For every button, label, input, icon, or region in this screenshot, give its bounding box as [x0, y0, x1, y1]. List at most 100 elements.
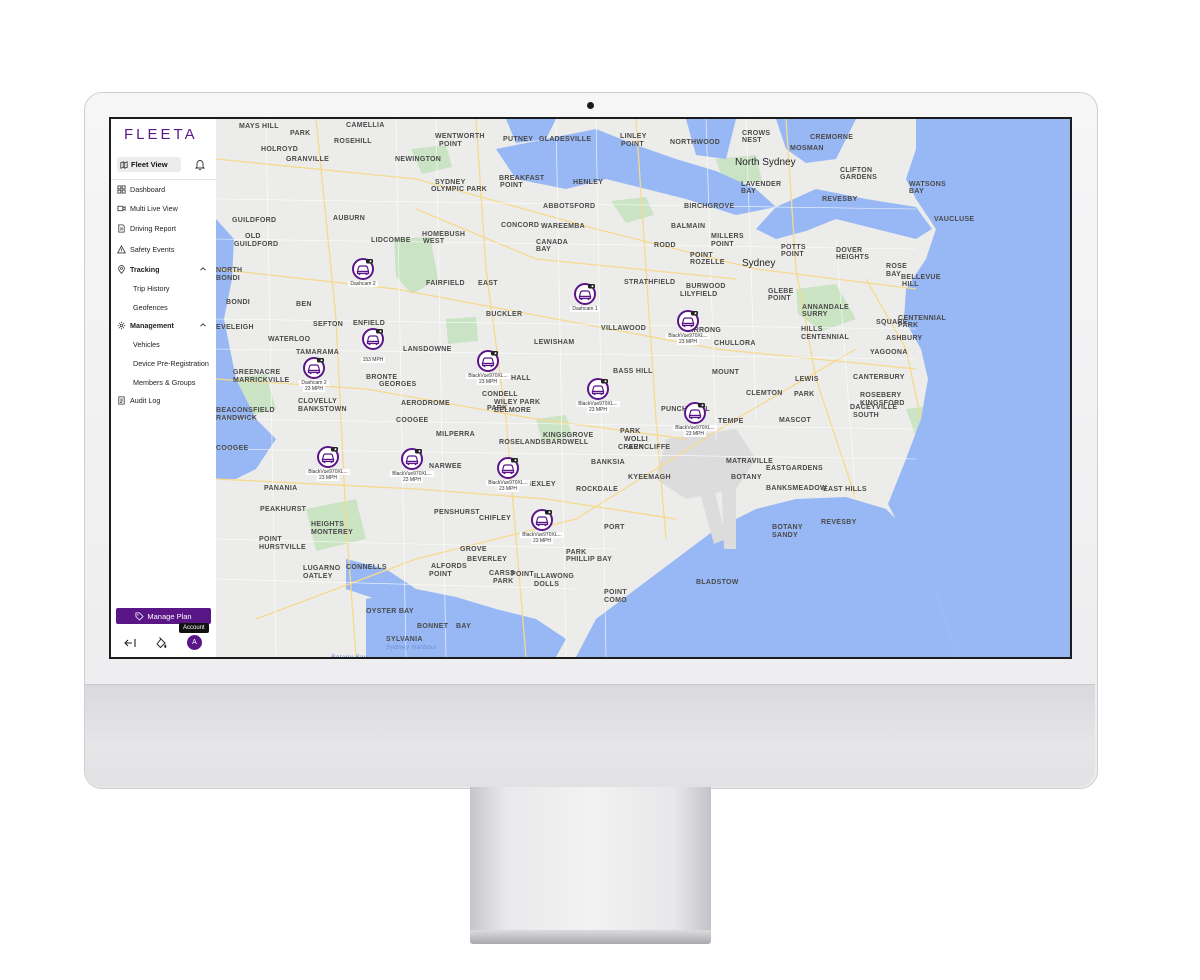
vehicle-marker[interactable]: BlackVue970XL... 23 MPH: [658, 309, 718, 349]
vehicle-speed: 23 MPH: [586, 406, 610, 413]
grid-icon: [117, 185, 126, 194]
sidebar-item-audit-log[interactable]: Audit Log: [117, 394, 160, 407]
map-place-label: PEAKHURST: [260, 506, 307, 513]
sidebar-item-tracking[interactable]: Tracking: [117, 263, 160, 276]
map-place-label: REVESBY: [821, 519, 857, 526]
map-place-label: OLYMPIC PARK: [431, 186, 488, 193]
sidebar-item-label: Management: [130, 321, 174, 330]
map-place-label: BAY: [456, 623, 472, 630]
sidebar-item-label: Driving Report: [130, 224, 176, 233]
map-place-label: FAIRFIELD: [426, 280, 465, 287]
map-place-label: ARNCLIFFE: [628, 444, 671, 451]
map-place-label: LANSDOWNE: [403, 346, 452, 353]
map-place-label: BALMAIN: [671, 223, 706, 230]
map-place-label: DACEYVILLE: [850, 404, 898, 411]
fleeta-logo[interactable]: FLEETA: [124, 126, 198, 143]
map-place-label: LILYFIELD: [680, 291, 718, 298]
map-place-label: AUBURN: [333, 215, 366, 222]
map-place-label: BUCKLER: [486, 311, 523, 318]
vehicle-marker[interactable]: 153 MPH: [343, 327, 403, 367]
map-place-label: COOGEE: [396, 417, 429, 424]
avatar[interactable]: A: [187, 635, 202, 650]
vehicle-speed: 23 MPH: [302, 385, 326, 392]
map-place-label: ROSEBERY: [860, 392, 902, 399]
gear-icon: [117, 321, 126, 330]
map-place-label: STRATHFIELD: [624, 279, 676, 286]
map-place-label: OYSTER BAY: [366, 608, 414, 615]
vehicle-marker[interactable]: Dashcam 2 23 MPH: [284, 356, 344, 396]
sidebar-item-multi-live-view[interactable]: Multi Live View: [117, 202, 178, 215]
map-place-label: VAUCLUSE: [934, 216, 975, 223]
manage-plan-label: Manage Plan: [147, 611, 192, 621]
car-icon: [476, 349, 500, 373]
vehicle-marker[interactable]: BlackVue970XL... 23 MPH: [382, 447, 442, 487]
car-icon: [676, 309, 700, 333]
vehicle-marker[interactable]: BlackVue970XL... 23 MPH: [665, 401, 725, 441]
map-place-label: RODD: [654, 242, 676, 249]
sidebar-item-members-groups[interactable]: Members & Groups: [133, 376, 195, 389]
map-place-label: MILPERRA: [436, 431, 475, 438]
paint-bucket-icon[interactable]: [154, 636, 168, 650]
map-place-label: BELMORE: [494, 407, 532, 414]
map-place-label: NEWINGTON: [395, 156, 442, 163]
map-place-label: GREENACRE: [233, 369, 281, 376]
map-icon: [120, 160, 128, 169]
map-place-label: Sydney: [742, 258, 776, 269]
sidebar-item-device-pre-registration[interactable]: Device Pre-Registration: [133, 357, 209, 370]
map-place-label: BIRCHGROVE: [684, 203, 735, 210]
map-place-label: SEFTON: [313, 321, 344, 328]
vehicle-marker[interactable]: BlackVue970XL... 23 MPH: [298, 445, 358, 485]
map-place-label: MAYS HILL: [239, 123, 279, 130]
map-place-label: OATLEY: [303, 573, 333, 580]
vehicle-label: Dashcam 1: [555, 306, 615, 313]
map-place-label: WOLLI: [624, 436, 649, 443]
sidebar-item-trip-history[interactable]: Trip History: [133, 282, 169, 295]
car-icon: [302, 356, 326, 380]
map-place-label: BAY: [536, 246, 552, 253]
sidebar-item-safety-events[interactable]: Safety Events: [117, 243, 174, 256]
map-place-label: PARK: [620, 428, 641, 435]
map-place-label: BONNET: [417, 623, 449, 630]
map-place-label: CONNELLS: [346, 564, 387, 571]
map-place-label: YAGOONA: [870, 349, 908, 356]
divider: [111, 179, 216, 180]
map-place-label: POINT: [500, 182, 523, 189]
bell-icon[interactable]: [193, 157, 207, 172]
vehicle-marker[interactable]: Dashcam 1: [555, 282, 615, 322]
car-icon: [496, 456, 520, 480]
vehicle-marker[interactable]: BlackVue970XL... 23 MPH: [512, 508, 572, 548]
vehicle-label: Dashcam 2: [333, 281, 393, 288]
monitor-stand: [470, 787, 711, 932]
fleet-map[interactable]: MAYS HILL CAMELLIA PARK ROSEHILL WENTWORTH PO…: [216, 119, 1070, 657]
map-place-label: PHILLIP BAY: [566, 556, 613, 563]
map-place-label: ABBOTSFORD: [543, 203, 596, 210]
map-place-label: POINT: [781, 251, 804, 258]
sidebar-item-driving-report[interactable]: Driving Report: [117, 222, 176, 235]
map-place-label: NORTHWOOD: [670, 139, 721, 146]
map-place-label: MILLERS: [711, 233, 744, 240]
collapse-sidebar-icon[interactable]: [123, 636, 137, 650]
vehicle-speed: 23 MPH: [400, 476, 424, 483]
map-place-label: COOGEE: [216, 445, 249, 452]
manage-plan-button[interactable]: Manage Plan: [116, 608, 211, 624]
map-place-label: KYEEMAGH: [628, 474, 671, 481]
vehicle-marker[interactable]: BlackVue970XL... 23 MPH: [478, 456, 538, 496]
vehicle-marker[interactable]: BlackVue970XL... 23 MPH: [568, 377, 628, 417]
sidebar-item-geofences[interactable]: Geofences: [133, 301, 168, 314]
map-place-label: BURWOOD: [686, 283, 726, 290]
map-place-label: POINT: [604, 589, 627, 596]
map-place-label: AERODROME: [401, 400, 450, 407]
sidebar-item-management[interactable]: Management: [117, 319, 174, 332]
webcam: [587, 102, 594, 109]
vehicle-marker[interactable]: Dashcam 2: [333, 257, 393, 297]
map-place-label: WENTWORTH: [435, 133, 485, 140]
vehicle-marker[interactable]: BlackVue970XL... 23 MPH: [458, 349, 518, 389]
sidebar-item-vehicles[interactable]: Vehicles: [133, 338, 160, 351]
chevron-up-icon[interactable]: [199, 265, 207, 273]
sidebar-item-dashboard[interactable]: Dashboard: [117, 183, 165, 196]
map-place-label: EASTGARDENS: [766, 465, 823, 472]
map-place-label: BARDWELL: [546, 439, 589, 446]
fleet-view-button[interactable]: Fleet View: [117, 157, 181, 172]
car-icon: [573, 282, 597, 306]
chevron-up-icon[interactable]: [199, 321, 207, 329]
